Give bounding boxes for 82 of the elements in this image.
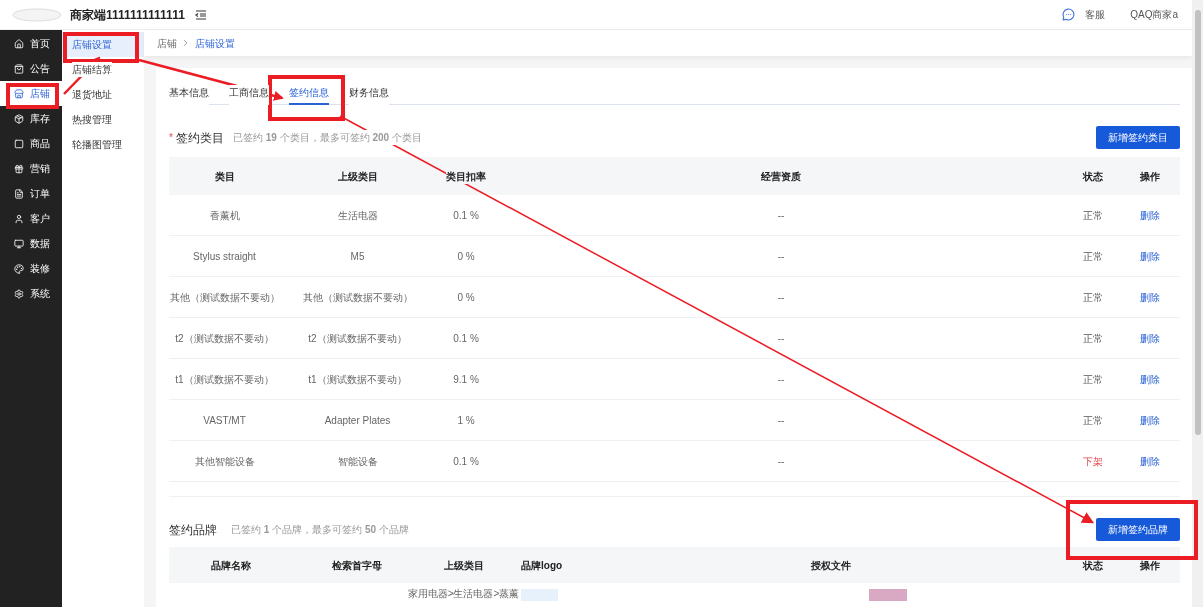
add-category-button[interactable]: 新增签约类目 xyxy=(1096,126,1180,149)
status-text: 下架 xyxy=(1081,454,1104,469)
sidebar-item[interactable]: 装修 xyxy=(0,256,62,281)
column-header: 状态 xyxy=(1082,558,1103,573)
column-header: 检索首字母 xyxy=(332,558,382,573)
sidebar-item[interactable]: 库存 xyxy=(0,106,62,131)
table-cell-text: Adapter Plates xyxy=(323,413,392,428)
table-cell-text: Stylus straight xyxy=(192,249,257,264)
table-cell-text: -- xyxy=(776,331,786,346)
table-cell-text: -- xyxy=(776,454,786,469)
sidebar-item[interactable]: 数据 xyxy=(0,231,62,256)
sidebar-item[interactable]: 商品 xyxy=(0,131,62,156)
table-cell-text: 0.1 % xyxy=(452,454,480,469)
table-cell-text: 其他（测试数据不要动） xyxy=(301,290,414,305)
table-cell-text: 9.1 % xyxy=(452,372,480,387)
table-cell-text: 其他智能设备 xyxy=(193,454,256,469)
section-title: 签约类目 xyxy=(175,129,224,147)
status-text: 正常 xyxy=(1081,413,1104,428)
sidebar-item[interactable]: 系统 xyxy=(0,281,62,306)
column-header: 上级类目 xyxy=(443,558,484,573)
delete-link[interactable]: 删除 xyxy=(1140,373,1160,385)
table-cell-text: 0 % xyxy=(456,290,476,305)
tab[interactable]: 基本信息 xyxy=(169,85,209,105)
table-cell-text: t2（测试数据不要动） xyxy=(307,331,408,346)
sidebar-item[interactable]: 首页 xyxy=(0,31,62,56)
column-header: 经营资质 xyxy=(761,168,801,184)
delete-link[interactable]: 删除 xyxy=(1140,414,1160,426)
status-text: 正常 xyxy=(1081,249,1104,264)
delete-link[interactable]: 删除 xyxy=(1140,291,1160,303)
delete-link[interactable]: 删除 xyxy=(1140,332,1160,344)
required-mark: * xyxy=(169,131,173,145)
status-text: 正常 xyxy=(1081,290,1104,305)
table-cell-text: 0 % xyxy=(456,249,476,264)
table-cell-text: 0.1 % xyxy=(452,208,480,223)
column-header: 品牌logo xyxy=(521,558,563,573)
column-header: 授权文件 xyxy=(810,558,851,573)
table-cell-text: t1（测试数据不要动） xyxy=(307,372,408,387)
tab[interactable]: 工商信息 xyxy=(229,85,269,105)
column-header: 上级类目 xyxy=(337,168,378,184)
table-cell-text: -- xyxy=(776,208,786,223)
delete-link[interactable]: 删除 xyxy=(1140,455,1160,467)
section-title: 签约品牌 xyxy=(169,521,217,539)
table-cell-text: M5 xyxy=(349,249,366,264)
table-cell-text: 其他（测试数据不要动） xyxy=(169,290,280,305)
column-header: 操作 xyxy=(1140,168,1160,184)
table-cell-text: -- xyxy=(776,372,786,387)
column-header: 操作 xyxy=(1140,558,1160,573)
table-cell-text: t2（测试数据不要动） xyxy=(174,331,275,346)
table-cell-text: -- xyxy=(776,249,786,264)
table-cell-text: 生活电器 xyxy=(336,208,379,223)
customer-service-link[interactable]: 客服 xyxy=(1085,7,1106,22)
tab[interactable]: 签约信息 xyxy=(289,85,329,105)
table-cell-text: -- xyxy=(776,413,786,428)
breadcrumb-link[interactable]: 店铺 xyxy=(157,35,177,51)
sidebar-item[interactable]: 客户 xyxy=(0,206,62,231)
sidebar-item[interactable]: 营销 xyxy=(0,156,62,181)
table-cell-text: 香薰机 xyxy=(208,208,241,223)
table-cell-text: 0.1 % xyxy=(452,331,480,346)
delete-link[interactable]: 删除 xyxy=(1140,250,1160,262)
column-header: 类目 xyxy=(214,168,235,184)
status-text: 正常 xyxy=(1081,331,1104,346)
table-cell: 家用电器>生活电器>蒸薰 xyxy=(407,588,520,600)
breadcrumb-link[interactable]: 店铺设置 xyxy=(195,35,235,51)
status-text: 正常 xyxy=(1081,372,1104,387)
section-summary: 已签约 1 个品牌，最多可签约 50 个品牌 xyxy=(231,523,409,537)
section-summary: 已签约 19 个类目，最多可签约 200 个类目 xyxy=(232,130,422,145)
table-cell-text: t1（测试数据不要动） xyxy=(174,372,275,387)
sidebar-item[interactable]: 公告 xyxy=(0,56,62,81)
status-text: 正常 xyxy=(1081,208,1104,223)
account-name[interactable]: QAQ商家a xyxy=(1130,7,1178,22)
delete-link[interactable]: 删除 xyxy=(1140,209,1160,221)
table-cell-text: 智能设备 xyxy=(336,454,379,469)
column-header: 类目扣率 xyxy=(446,168,486,184)
app-title: 商家端1111111111111 xyxy=(70,6,185,24)
table-cell-text: VAST/MT xyxy=(202,413,247,428)
table-cell-text: 1 % xyxy=(456,413,476,428)
tab[interactable]: 财务信息 xyxy=(349,85,389,105)
sidebar-item[interactable]: 订单 xyxy=(0,181,62,206)
column-header: 状态 xyxy=(1082,168,1103,184)
add-brand-button[interactable]: 新增签约品牌 xyxy=(1096,518,1180,541)
column-header: 品牌名称 xyxy=(211,558,251,573)
table-cell-text: -- xyxy=(776,290,786,305)
